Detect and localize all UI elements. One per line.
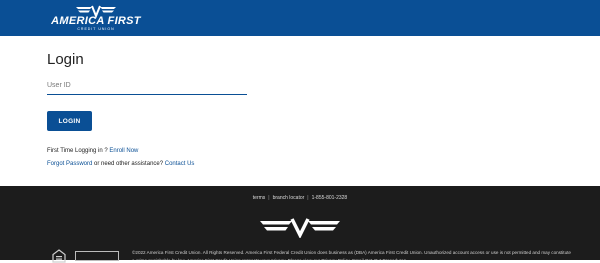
brand-name: AMERICA FIRST	[51, 15, 141, 27]
footer-links: terms | branch locator | 1-855-801-2328	[0, 195, 600, 201]
legal-text: ©2022 America First Credit Union. All Ri…	[132, 250, 571, 260]
login-panel: Login LOGIN First Time Logging in ? Enro…	[47, 36, 567, 186]
page-title: Login	[47, 51, 84, 68]
first-time-text: First Time Logging in ?	[47, 148, 108, 154]
footer-separator: |	[268, 195, 270, 201]
site-header: AMERICA FIRST CREDIT UNION	[0, 0, 600, 36]
wings-logo-icon	[260, 218, 340, 238]
login-button[interactable]: LOGIN	[47, 111, 92, 131]
assistance-prompt: Forgot Password or need other assistance…	[47, 161, 194, 167]
assistance-text: or need other assistance?	[94, 161, 164, 167]
contact-us-link[interactable]: Contact Us	[165, 161, 195, 167]
terms-link[interactable]: terms	[253, 195, 266, 201]
site-footer: terms | branch locator | 1-855-801-2328 ©202…	[0, 186, 600, 263]
brand-subtitle: CREDIT UNION	[77, 27, 115, 31]
equal-housing-lender-icon	[52, 249, 66, 263]
footer-separator: |	[307, 195, 309, 201]
enroll-now-link[interactable]: Enroll Now	[109, 148, 138, 154]
enroll-prompt: First Time Logging in ? Enroll Now	[47, 148, 138, 154]
brand-logo[interactable]: AMERICA FIRST CREDIT UNION	[46, 4, 146, 32]
forgot-password-link[interactable]: Forgot Password	[47, 161, 92, 167]
user-id-input[interactable]	[47, 76, 247, 95]
phone-link[interactable]: 1-855-801-2328	[312, 195, 348, 201]
branch-locator-link[interactable]: branch locator	[273, 195, 305, 201]
